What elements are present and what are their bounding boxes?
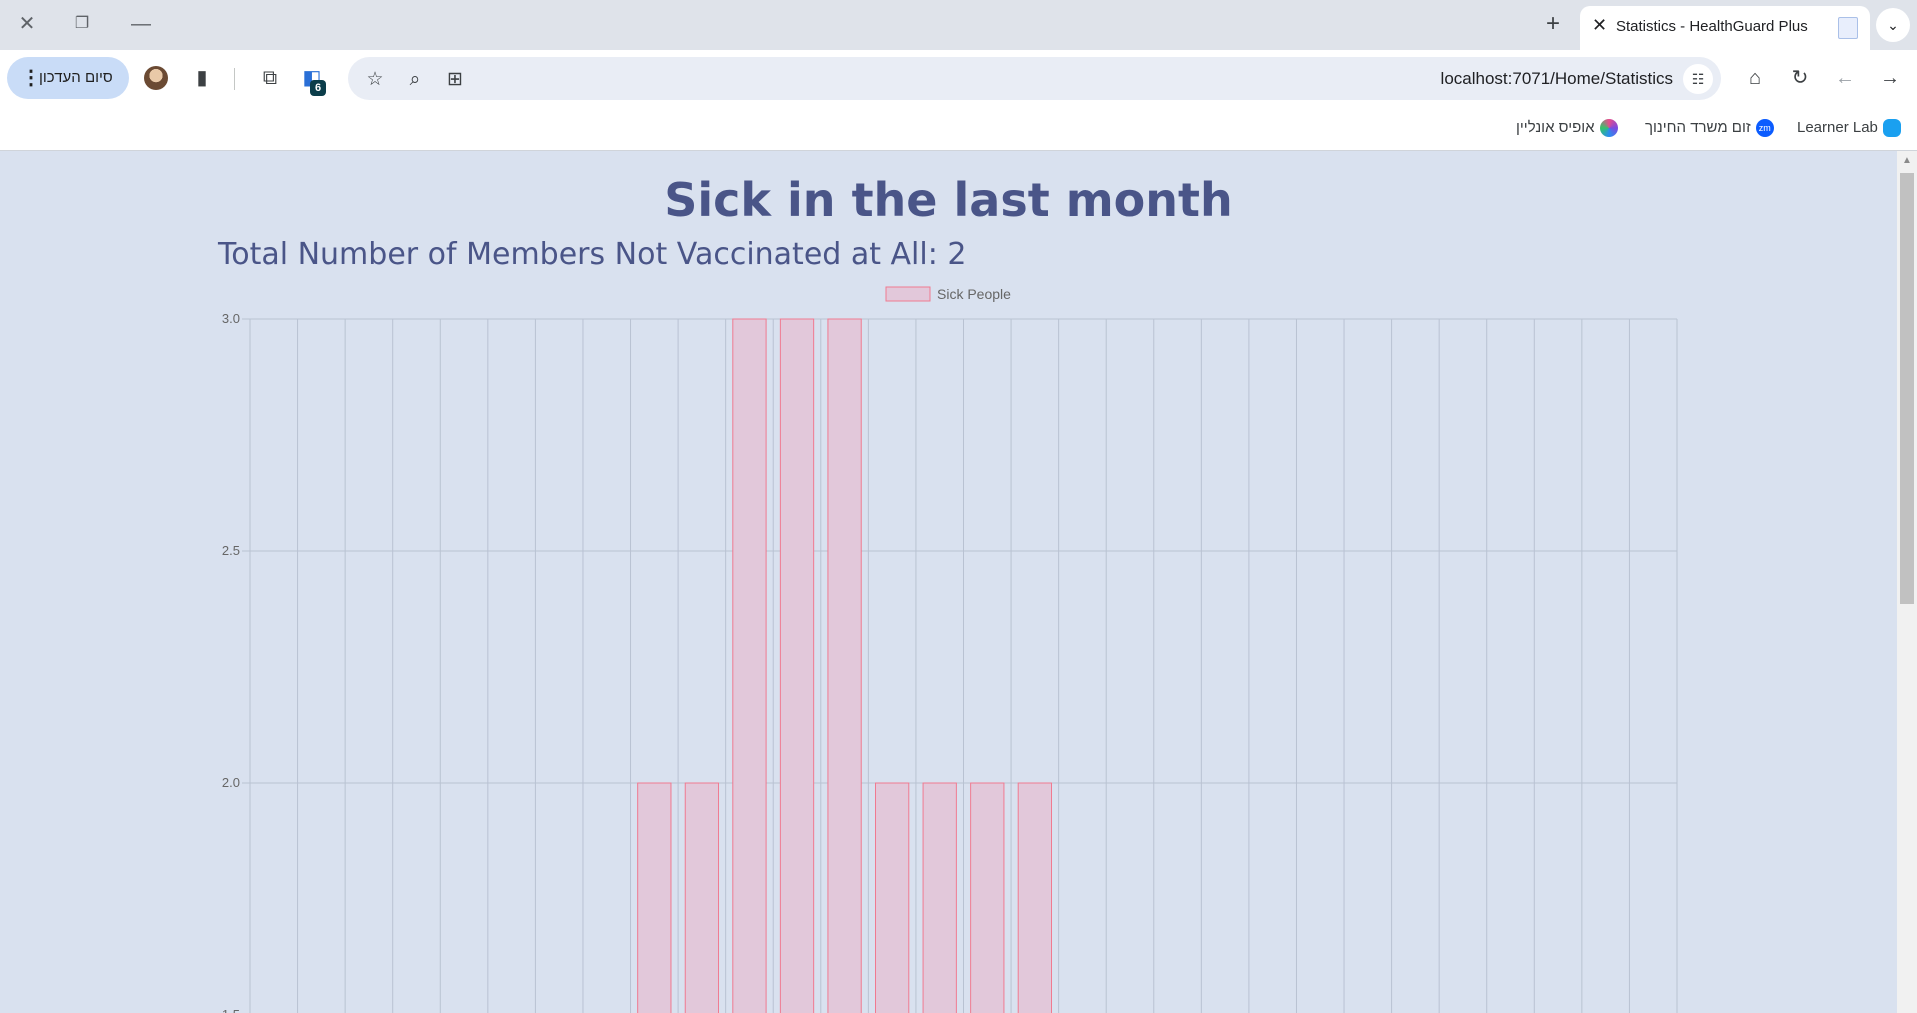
tab-favicon-icon [1838, 17, 1858, 39]
bar [970, 782, 1005, 1013]
zoom-icon: zm [1755, 119, 1774, 138]
bar [779, 318, 815, 1013]
tab-close-icon[interactable]: ✕ [1592, 15, 1607, 36]
bar [637, 782, 672, 1013]
bookmark-label: Learner Lab [1797, 119, 1878, 136]
tab-active[interactable]: ✕ Statistics - HealthGuard Plus [1580, 6, 1870, 50]
y-tick-label: 3.0 [222, 311, 240, 326]
bookmark-learner-lab[interactable]: Learner Lab [1797, 117, 1901, 139]
finish-update-label: סיום העדכון [39, 69, 113, 86]
legend-label: Sick People [937, 286, 1011, 302]
bookmark-office-online[interactable]: אופיס אונליין [1516, 117, 1618, 139]
url-text[interactable]: localhost:7071/Home/Statistics [1441, 69, 1673, 89]
profile-avatar[interactable] [144, 66, 168, 90]
forward-arrow-icon[interactable]: → [1876, 64, 1904, 92]
reload-icon[interactable]: ↻ [1786, 64, 1814, 92]
page-scrollbar[interactable]: ▲ [1897, 151, 1917, 1013]
office-icon [1599, 119, 1618, 138]
y-tick-label: 1.5 [222, 1007, 240, 1013]
extension-badge: 6 [310, 80, 326, 96]
kebab-menu-icon: ⋮ [21, 67, 41, 89]
bookmark-label: זום משרד החינוך [1645, 119, 1751, 136]
toolbar-divider [234, 68, 235, 90]
cloud-icon [1882, 119, 1901, 138]
bar [827, 318, 862, 1013]
address-bar[interactable]: ☆ ⌕ ⊞ localhost:7071/Home/Statistics ☷ [348, 57, 1721, 100]
home-icon[interactable]: ⌂ [1741, 64, 1769, 92]
finish-update-button[interactable]: ⋮ סיום העדכון [7, 57, 129, 99]
new-tab-icon[interactable]: + [1538, 10, 1568, 40]
y-tick-label: 2.0 [222, 775, 240, 790]
window-minimize-icon[interactable]: — [124, 9, 158, 39]
scroll-up-icon[interactable]: ▲ [1902, 155, 1912, 166]
scrollbar-thumb[interactable] [1900, 173, 1914, 604]
side-panel-icon[interactable]: ▮ [188, 64, 216, 92]
bar [1017, 782, 1052, 1013]
sick-people-bar-chart: 3.0 2.5 2.0 1.5 Sick People [222, 286, 1678, 1013]
tab-search-chevron-icon[interactable]: ⌄ [1876, 8, 1910, 42]
tab-title: Statistics - HealthGuard Plus [1616, 18, 1808, 35]
bar [684, 782, 720, 1013]
legend-swatch [885, 286, 931, 302]
bookmark-zoom[interactable]: זום משרד החינוך zm [1645, 117, 1774, 139]
bar [732, 318, 767, 1013]
page-content: Sick in the last month Total Number of M… [0, 151, 1897, 1013]
browser-toolbar: ⋮ סיום העדכון ▮ ⧉ ◧ 6 ☆ ⌕ ⊞ localhost:70… [0, 50, 1917, 108]
y-tick-label: 2.5 [222, 543, 240, 558]
window-close-icon[interactable]: ✕ [10, 9, 44, 39]
bookmark-label: אופיס אונליין [1516, 119, 1595, 136]
bar [875, 782, 910, 1013]
tab-strip: ✕ ❐ — + ✕ Statistics - HealthGuard Plus … [0, 0, 1917, 50]
bookmark-star-icon[interactable]: ☆ [364, 69, 386, 91]
back-arrow-icon[interactable]: ← [1831, 64, 1859, 92]
window-restore-icon[interactable]: ❐ [65, 9, 99, 39]
bar [922, 782, 957, 1013]
zoom-icon[interactable]: ⌕ [404, 69, 426, 91]
site-info-tune-icon[interactable]: ☷ [1683, 64, 1713, 94]
extensions-puzzle-icon[interactable]: ⧉ [256, 64, 284, 92]
bookmarks-bar: Learner Lab זום משרד החינוך zm אופיס אונל… [0, 108, 1917, 151]
translate-icon[interactable]: ⊞ [444, 69, 466, 91]
